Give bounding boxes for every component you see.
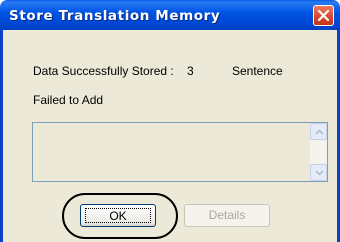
stored-unit: Sentence [232, 64, 283, 78]
failed-items-list[interactable] [32, 122, 328, 182]
title-bar[interactable]: Store Translation Memory [0, 0, 340, 30]
stored-label: Data Successfully Stored : [33, 64, 174, 78]
scroll-up-arrow-icon [315, 129, 324, 135]
failed-label: Failed to Add [33, 93, 104, 107]
vertical-scrollbar[interactable] [310, 123, 327, 181]
scroll-down-arrow-icon [315, 170, 324, 176]
window-title: Store Translation Memory [9, 8, 221, 24]
scroll-down-button[interactable] [310, 164, 327, 181]
close-button[interactable] [313, 5, 334, 26]
ok-button-label: OK [85, 208, 151, 223]
scroll-up-button[interactable] [310, 123, 327, 140]
ok-button[interactable]: OK [80, 204, 156, 227]
details-button[interactable]: Details [184, 204, 270, 227]
store-translation-memory-dialog: Store Translation Memory Data Successful… [0, 0, 340, 242]
close-icon [317, 9, 330, 22]
window-frame-left [0, 30, 3, 242]
stored-count: 3 [187, 64, 194, 78]
